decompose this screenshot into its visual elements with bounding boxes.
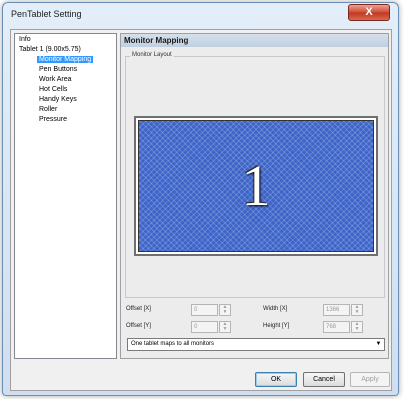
settings-tree: Info Tablet 1 (9.00x5.75) Monitor Mappin… (14, 33, 117, 359)
offset-x-input[interactable]: 0 (191, 304, 218, 316)
offset-y-input[interactable]: 0 (191, 321, 218, 333)
tree-item-pressure[interactable]: Pressure (15, 115, 116, 125)
offset-y-spinner[interactable]: 0 ▲ ▼ (191, 321, 231, 333)
title-bar[interactable]: PenTablet Setting X (3, 3, 398, 29)
tree-item-label: Work Area (39, 76, 72, 83)
offset-y-label: Offset [Y] (126, 323, 151, 329)
monitor-screen: 1 (138, 120, 374, 252)
height-spinner[interactable]: 768 ▲ ▼ (323, 321, 363, 333)
tree-item-label: Tablet 1 (9.00x5.75) (19, 46, 81, 53)
mapping-mode-value: One tablet maps to all monitors (131, 341, 215, 347)
tree-item-label: Hot Cells (39, 86, 68, 93)
close-button[interactable]: X (348, 4, 390, 21)
tree-item-label: Monitor Mapping (37, 56, 94, 63)
spin-down-icon[interactable]: ▼ (220, 310, 230, 315)
tree-item-pen-buttons[interactable]: Pen Buttons (15, 65, 116, 75)
spin-down-icon[interactable]: ▼ (220, 327, 230, 332)
tree-item-label: Roller (39, 106, 58, 113)
tree-item-label: Pressure (39, 116, 68, 123)
tree-item-label: Handy Keys (39, 96, 77, 103)
group-label: Monitor Layout (130, 52, 174, 58)
offset-x-spin-arrows[interactable]: ▲ ▼ (219, 304, 231, 316)
offset-x-spinner[interactable]: 0 ▲ ▼ (191, 304, 231, 316)
monitor-mapping-panel: Monitor Mapping Monitor Layout 1 Offset … (120, 33, 389, 359)
monitor-preview[interactable]: 1 (134, 116, 378, 256)
tree-item-info[interactable]: Info (15, 35, 116, 45)
dropdown-arrow-icon[interactable]: ▼ (373, 339, 384, 350)
monitor-layout-group: Monitor Layout 1 (125, 52, 385, 298)
height-spin-arrows[interactable]: ▲ ▼ (351, 321, 363, 333)
width-input[interactable]: 1366 (323, 304, 350, 316)
width-label: Width [X] (263, 306, 288, 312)
offset-x-label: Offset [X] (126, 306, 151, 312)
tree-item-work-area[interactable]: Work Area (15, 75, 116, 85)
spin-down-icon[interactable]: ▼ (352, 310, 362, 315)
mapping-mode-select[interactable]: One tablet maps to all monitors ▼ (127, 338, 385, 351)
window-title: PenTablet Setting (11, 9, 82, 19)
ok-button[interactable]: OK (255, 372, 297, 387)
tree-item-handy-keys[interactable]: Handy Keys (15, 95, 116, 105)
width-spinner[interactable]: 1366 ▲ ▼ (323, 304, 363, 316)
panel-title: Monitor Mapping (121, 34, 388, 47)
tree-item-roller[interactable]: Roller (15, 105, 116, 115)
dialog-client: Info Tablet 1 (9.00x5.75) Monitor Mappin… (10, 29, 392, 391)
tree-item-hot-cells[interactable]: Hot Cells (15, 85, 116, 95)
apply-button[interactable]: Apply (350, 372, 390, 387)
cancel-button[interactable]: Cancel (303, 372, 345, 387)
offset-y-spin-arrows[interactable]: ▲ ▼ (219, 321, 231, 333)
tree-item-monitor-mapping[interactable]: Monitor Mapping (15, 55, 116, 65)
width-spin-arrows[interactable]: ▲ ▼ (351, 304, 363, 316)
tree-item-label: Pen Buttons (39, 66, 78, 73)
monitor-number: 1 (241, 153, 271, 218)
spin-down-icon[interactable]: ▼ (352, 327, 362, 332)
tree-item-tablet-1[interactable]: Tablet 1 (9.00x5.75) (15, 45, 116, 55)
settings-window: PenTablet Setting X Info Tablet 1 (9.00x… (2, 2, 399, 396)
height-input[interactable]: 768 (323, 321, 350, 333)
tree-item-label: Info (19, 36, 31, 43)
height-label: Height [Y] (263, 323, 290, 329)
